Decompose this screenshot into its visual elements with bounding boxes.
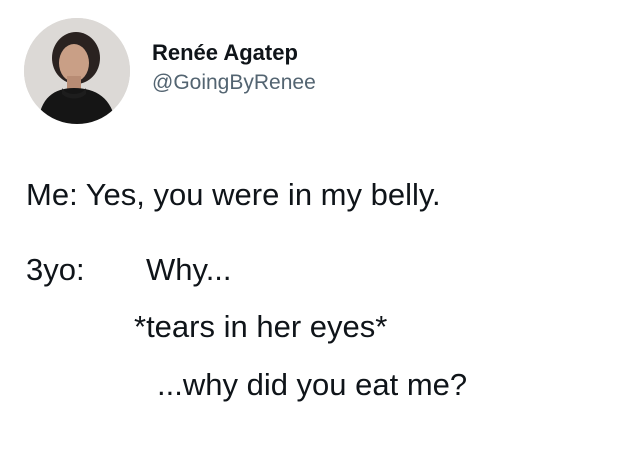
profile-photo-icon bbox=[24, 18, 130, 124]
author-names: Renée Agatep @GoingByRenee bbox=[152, 39, 316, 97]
tweet-line-2-text: Why... bbox=[146, 252, 232, 287]
avatar[interactable] bbox=[24, 18, 130, 124]
author-handle[interactable]: @GoingByRenee bbox=[152, 69, 316, 97]
tweet-line-4: ...why did you eat me? bbox=[157, 367, 468, 402]
tweet-line-3: *tears in her eyes* bbox=[134, 309, 388, 344]
tweet-card: Renée Agatep @GoingByRenee Me: Yes, you … bbox=[0, 0, 640, 452]
tweet-line-1: Me: Yes, you were in my belly. bbox=[26, 177, 441, 212]
tweet-header: Renée Agatep @GoingByRenee bbox=[24, 18, 316, 124]
tweet-line-2-speaker: 3yo: bbox=[26, 252, 85, 287]
author-display-name[interactable]: Renée Agatep bbox=[152, 39, 316, 67]
